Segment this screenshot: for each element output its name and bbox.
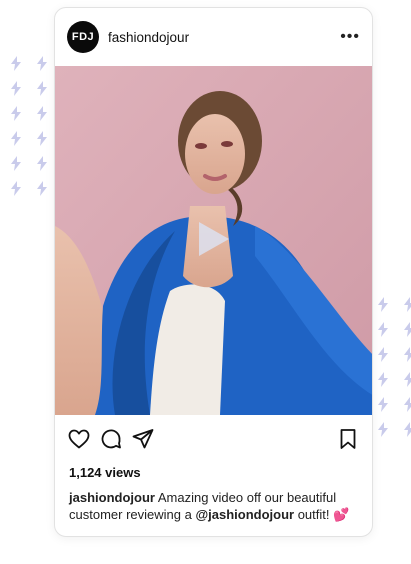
bolt-icon <box>404 422 411 437</box>
bolt-icon <box>37 81 47 96</box>
view-count: 1,124 views <box>69 465 141 480</box>
caption-text-end: outfit! <box>294 507 334 522</box>
bolt-icon <box>11 156 21 171</box>
bolt-icon <box>378 297 388 312</box>
post-video[interactable] <box>55 66 372 415</box>
bolt-icon <box>11 56 21 71</box>
bolt-icon <box>37 131 47 146</box>
bolt-icon <box>37 156 47 171</box>
bolt-icon <box>404 322 411 337</box>
post-actions <box>55 415 372 463</box>
decorative-bolts-right <box>377 297 411 437</box>
bolt-icon <box>378 322 388 337</box>
bolt-icon <box>404 397 411 412</box>
post-username[interactable]: fashiondojour <box>108 30 189 45</box>
bolt-icon <box>378 347 388 362</box>
more-icon[interactable]: ••• <box>340 29 360 45</box>
share-icon[interactable] <box>131 427 155 451</box>
bolt-icon <box>11 81 21 96</box>
caption-username[interactable]: jashiondojour <box>69 490 155 505</box>
bolt-icon <box>11 106 21 121</box>
heart-emoji-icon: 💕 <box>333 507 350 522</box>
bolt-icon <box>37 181 47 196</box>
play-icon[interactable] <box>197 220 231 258</box>
decorative-bolts-left <box>10 56 48 196</box>
bolt-icon <box>11 181 21 196</box>
caption-mention[interactable]: @jashiondojour <box>195 507 294 522</box>
bolt-icon <box>404 297 411 312</box>
bolt-icon <box>404 347 411 362</box>
avatar[interactable]: FDJ <box>67 21 99 53</box>
bolt-icon <box>37 56 47 71</box>
bookmark-icon[interactable] <box>336 427 360 451</box>
heart-icon[interactable] <box>67 427 91 451</box>
bolt-icon <box>378 372 388 387</box>
bolt-icon <box>378 397 388 412</box>
post-header: FDJ fashiondojour ••• <box>55 8 372 66</box>
comment-icon[interactable] <box>99 427 123 451</box>
bolt-icon <box>37 106 47 121</box>
post-caption: jashiondojour Amazing video off our beau… <box>55 489 372 523</box>
bolt-icon <box>11 131 21 146</box>
post-card: FDJ fashiondojour ••• 1,124 views jashio… <box>54 7 373 537</box>
bolt-icon <box>378 422 388 437</box>
bolt-icon <box>404 372 411 387</box>
